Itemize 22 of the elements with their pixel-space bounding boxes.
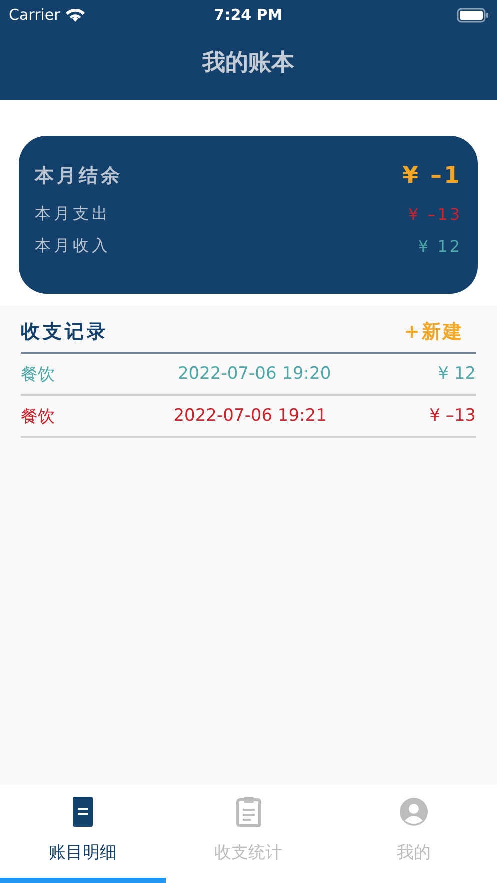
expense-label: 本月支出 (35, 204, 111, 224)
status-time: 7:24 PM (214, 6, 283, 24)
document-icon (72, 797, 93, 827)
record-category: 餐饮 (21, 364, 56, 386)
wifi-icon (66, 8, 86, 22)
new-button[interactable]: +新建 (404, 319, 476, 345)
balance-label: 本月结余 (35, 164, 123, 189)
record-category: 餐饮 (21, 406, 56, 428)
record-amount: ¥ –13 (430, 406, 476, 426)
balance-amount: ¥ –1 (402, 163, 462, 189)
income-amount: ¥ 12 (418, 236, 462, 256)
page-title: 我的账本 (201, 48, 296, 78)
clipboard-icon (236, 797, 262, 827)
carrier-label: Carrier (9, 6, 60, 24)
user-icon (400, 798, 428, 826)
battery-icon (457, 8, 489, 22)
record-time: 2022-07-06 19:20 (176, 364, 332, 384)
record-time: 2022-07-06 19:21 (172, 406, 328, 426)
record-amount: ¥ 12 (438, 364, 476, 384)
records-title: 收支记录 (21, 320, 109, 345)
income-label: 本月收入 (35, 236, 111, 256)
expense-amount: ¥ –13 (408, 204, 462, 224)
